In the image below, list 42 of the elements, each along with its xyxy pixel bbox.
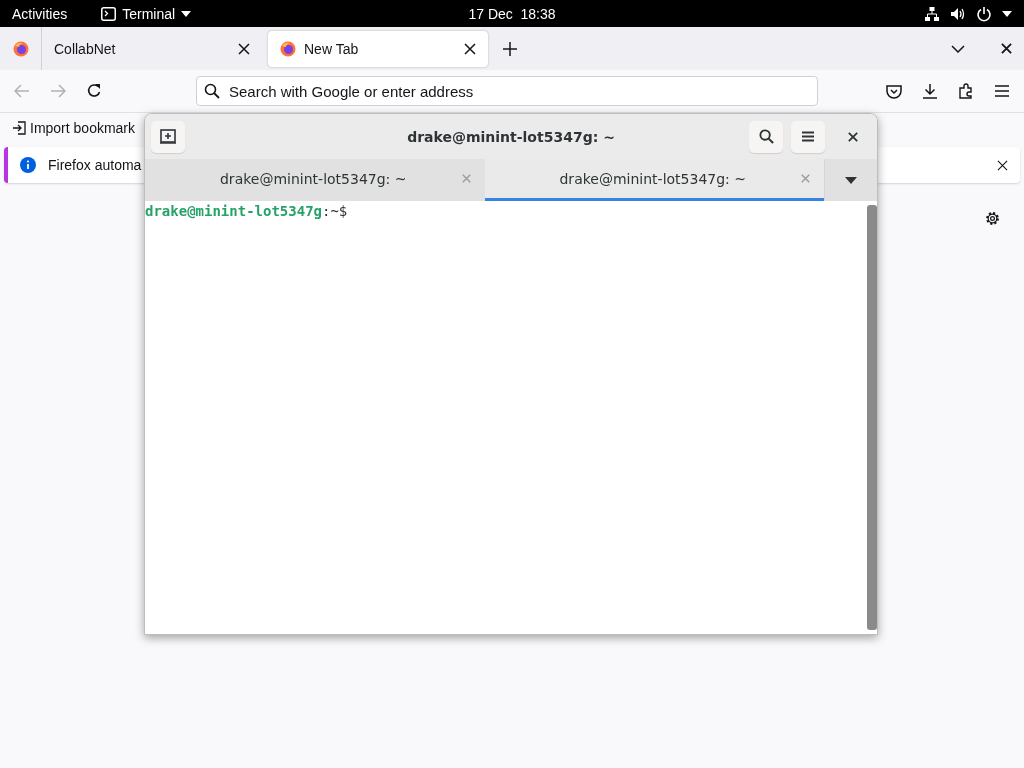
terminal-icon	[101, 6, 117, 21]
terminal-tab[interactable]: drake@minint-lot5347g: ~	[484, 159, 824, 201]
new-tab-icon	[160, 129, 176, 144]
firefox-icon	[12, 40, 29, 57]
menu-icon[interactable]	[994, 85, 1010, 97]
bookmark-item[interactable]: Import bookmark	[30, 120, 136, 136]
app-menu[interactable]: Terminal	[122, 5, 176, 22]
shell-prompt: drake@minint-lot5347g:~$	[145, 202, 349, 221]
browser-tab[interactable]: CollabNet	[42, 30, 262, 67]
info-icon	[20, 157, 36, 173]
settings-icon[interactable]	[984, 210, 1001, 227]
search-icon	[204, 83, 220, 99]
close-icon[interactable]	[997, 159, 1008, 171]
puzzle-icon[interactable]	[958, 83, 974, 99]
menu-button[interactable]	[791, 120, 825, 153]
plus-icon[interactable]	[503, 41, 517, 56]
power-icon[interactable]	[976, 5, 992, 22]
search-button[interactable]	[749, 120, 783, 153]
activities-button[interactable]: Activities	[12, 5, 68, 22]
caret-icon[interactable]	[1002, 10, 1012, 17]
reload-icon[interactable]	[86, 83, 102, 99]
pocket-icon[interactable]	[886, 83, 902, 99]
search-icon	[758, 129, 774, 144]
close-icon[interactable]	[464, 42, 476, 55]
import-icon	[12, 121, 26, 135]
menu-icon	[802, 131, 814, 142]
firefox-icon	[280, 40, 296, 57]
close-icon[interactable]	[1000, 43, 1012, 54]
address-bar[interactable]: Search with Google or enter address	[196, 76, 818, 106]
close-icon[interactable]	[238, 42, 250, 55]
clock[interactable]: 17 Dec 18:38	[468, 5, 556, 22]
notification-text: Firefox automa	[48, 157, 143, 173]
scrollbar-thumb[interactable]	[867, 205, 877, 630]
download-icon[interactable]	[922, 83, 938, 99]
caret-icon[interactable]	[845, 176, 857, 184]
close-icon	[848, 131, 858, 142]
new-tab-button[interactable]	[151, 120, 185, 153]
caret-icon	[181, 10, 192, 17]
window-title: drake@minint-lot5347g: ~	[407, 128, 615, 145]
browser-tab[interactable]: New Tab	[268, 30, 488, 67]
chevron-down-icon[interactable]	[951, 44, 965, 53]
network-icon[interactable]	[924, 5, 940, 22]
